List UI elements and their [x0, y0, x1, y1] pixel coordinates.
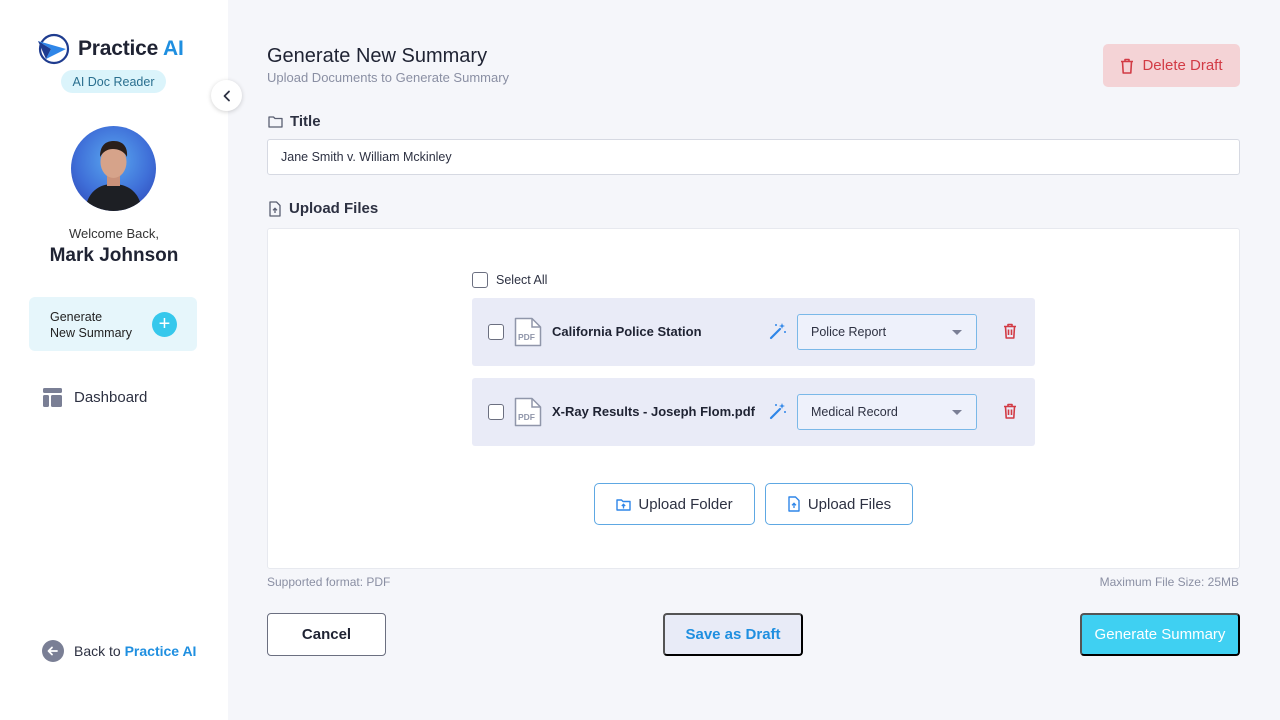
- plus-icon: +: [152, 312, 177, 337]
- title-input[interactable]: [267, 139, 1240, 175]
- folder-upload-icon: [616, 498, 632, 511]
- arrow-left-icon: [42, 640, 64, 662]
- folder-icon: [268, 116, 283, 128]
- caret-down-icon: [952, 330, 962, 335]
- trash-icon[interactable]: [1003, 403, 1017, 419]
- magic-wand-icon[interactable]: [769, 322, 787, 340]
- file-row: PDF X-Ray Results - Joseph Flom.pdf Medi…: [472, 378, 1035, 446]
- back-link-text: Back to Practice AI: [74, 643, 197, 659]
- file-name: California Police Station: [552, 324, 702, 339]
- dashboard-icon: [43, 388, 62, 407]
- page-title: Generate New Summary: [267, 45, 488, 67]
- svg-text:PDF: PDF: [518, 332, 535, 342]
- title-label: Title: [268, 113, 321, 130]
- upload-files-label: Upload Files: [268, 200, 378, 217]
- logo-text: Practice AI: [78, 37, 184, 60]
- delete-draft-button[interactable]: Delete Draft: [1103, 44, 1240, 87]
- logo-arrow-icon: [38, 33, 70, 65]
- file-name: X-Ray Results - Joseph Flom.pdf: [552, 404, 755, 419]
- select-all-checkbox[interactable]: Select All: [472, 272, 547, 288]
- max-file-size-hint: Maximum File Size: 25MB: [1099, 575, 1239, 589]
- caret-down-icon: [952, 410, 962, 415]
- avatar: [71, 126, 156, 211]
- magic-wand-icon[interactable]: [769, 402, 787, 420]
- upload-files-button[interactable]: Upload Files: [765, 483, 913, 525]
- app-badge: AI Doc Reader: [61, 70, 166, 93]
- trash-icon: [1121, 58, 1134, 74]
- back-to-practice-ai-link[interactable]: Back to Practice AI: [42, 640, 196, 662]
- file-row: PDF California Police Station Police Rep…: [472, 298, 1035, 366]
- generate-new-summary-label: Generate New Summary: [50, 310, 132, 340]
- sidebar-item-dashboard[interactable]: Dashboard: [43, 388, 147, 407]
- document-type-select[interactable]: Medical Record: [797, 394, 977, 430]
- trash-icon[interactable]: [1003, 323, 1017, 339]
- pdf-file-icon: PDF: [514, 397, 542, 427]
- generate-new-summary-button[interactable]: Generate New Summary +: [29, 297, 197, 351]
- svg-text:PDF: PDF: [518, 412, 535, 422]
- upload-folder-button[interactable]: Upload Folder: [594, 483, 755, 525]
- cancel-button[interactable]: Cancel: [267, 613, 386, 656]
- file-upload-icon: [788, 496, 800, 512]
- collapse-sidebar-button[interactable]: [211, 80, 242, 111]
- sidebar: Practice AI AI Doc Reader Welcome Back, …: [0, 0, 228, 720]
- user-name: Mark Johnson: [49, 245, 179, 266]
- save-as-draft-button[interactable]: Save as Draft: [663, 613, 803, 656]
- select-all-box[interactable]: [472, 272, 488, 288]
- page-subtitle: Upload Documents to Generate Summary: [267, 70, 510, 85]
- chevron-left-icon: [223, 90, 230, 101]
- file-upload-icon: [269, 200, 281, 217]
- practice-ai-logo[interactable]: Practice AI: [36, 32, 184, 66]
- generate-summary-button[interactable]: Generate Summary: [1080, 613, 1240, 656]
- file-checkbox[interactable]: [488, 404, 504, 420]
- supported-format-hint: Supported format: PDF: [267, 575, 391, 589]
- file-checkbox[interactable]: [488, 324, 504, 340]
- sidebar-item-label: Dashboard: [74, 389, 148, 406]
- document-type-select[interactable]: Police Report: [797, 314, 977, 350]
- welcome-text: Welcome Back,: [68, 226, 160, 241]
- pdf-file-icon: PDF: [514, 317, 542, 347]
